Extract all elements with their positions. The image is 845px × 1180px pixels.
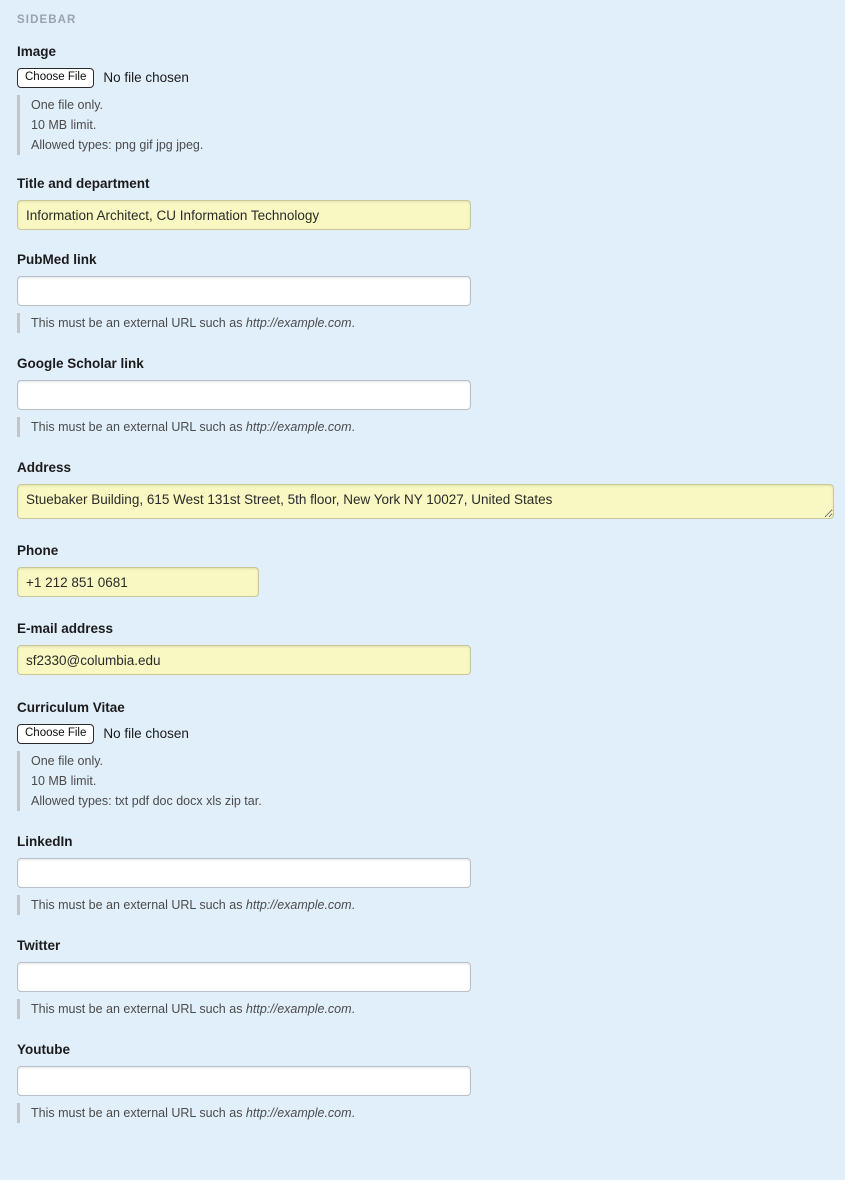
twitter-hint-suffix: . [351, 1002, 356, 1016]
cv-choose-file-button[interactable]: Choose File [17, 724, 95, 744]
field-label-phone: Phone [17, 543, 59, 558]
youtube-hint-prefix: This must be an external URL such as [31, 1106, 246, 1120]
field-image: Image Choose File No file chosen One fil… [0, 43, 845, 155]
field-email: E-mail address [0, 620, 845, 675]
linkedin-hint-example: http://example.com [245, 898, 352, 912]
google-scholar-hint-text: This must be an external URL such as htt… [31, 417, 845, 437]
field-label-image: Image [17, 44, 57, 59]
youtube-hint-text: This must be an external URL such as htt… [31, 1103, 845, 1123]
field-youtube: Youtube This must be an external URL suc… [0, 1041, 845, 1123]
linkedin-hint-prefix: This must be an external URL such as [31, 898, 246, 912]
field-pubmed: PubMed link This must be an external URL… [0, 251, 845, 333]
field-label-linkedin: LinkedIn [17, 834, 73, 849]
field-label-twitter: Twitter [17, 938, 61, 953]
field-label-youtube: Youtube [17, 1042, 70, 1057]
cv-file-row: Choose File No file chosen [17, 724, 845, 744]
pubmed-hint-example: http://example.com [245, 316, 352, 330]
image-hint-limit: 10 MB limit. [31, 118, 97, 132]
cv-hint: One file only. 10 MB limit. Allowed type… [17, 751, 845, 811]
google-scholar-hint-prefix: This must be an external URL such as [31, 420, 246, 434]
image-hint-types: Allowed types: png gif jpg jpeg. [31, 138, 204, 152]
title-department-input[interactable] [17, 200, 471, 230]
twitter-hint-example: http://example.com [245, 1002, 352, 1016]
field-label-email: E-mail address [17, 621, 114, 636]
twitter-hint-prefix: This must be an external URL such as [31, 1002, 246, 1016]
field-label-title-department: Title and department [17, 176, 150, 191]
google-scholar-hint-example: http://example.com [245, 420, 352, 434]
field-phone: Phone [0, 542, 845, 597]
field-twitter: Twitter This must be an external URL suc… [0, 937, 845, 1019]
field-label-curriculum-vitae: Curriculum Vitae [17, 700, 125, 715]
youtube-input[interactable] [17, 1066, 471, 1096]
pubmed-hint-text: This must be an external URL such as htt… [31, 313, 845, 333]
field-label-google-scholar: Google Scholar link [17, 356, 144, 371]
image-hint: One file only. 10 MB limit. Allowed type… [17, 95, 845, 155]
google-scholar-input[interactable] [17, 380, 471, 410]
sidebar-region: SIDEBAR Image Choose File No file chosen… [0, 12, 845, 1123]
field-google-scholar: Google Scholar link This must be an exte… [0, 355, 845, 437]
linkedin-hint-text: This must be an external URL such as htt… [31, 895, 845, 915]
phone-input[interactable] [17, 567, 259, 597]
address-textarea[interactable]: Stuebaker Building, 615 West 131st Stree… [17, 484, 834, 519]
pubmed-hint-suffix: . [351, 316, 356, 330]
twitter-hint: This must be an external URL such as htt… [17, 999, 845, 1019]
pubmed-hint-prefix: This must be an external URL such as [31, 316, 246, 330]
email-input[interactable] [17, 645, 471, 675]
google-scholar-hint-suffix: . [351, 420, 356, 434]
image-hint-one-file: One file only. [31, 98, 104, 112]
youtube-hint-suffix: . [351, 1106, 356, 1120]
field-label-address: Address [17, 460, 72, 475]
google-scholar-hint: This must be an external URL such as htt… [17, 417, 845, 437]
linkedin-hint-suffix: . [351, 898, 356, 912]
field-label-pubmed: PubMed link [17, 252, 97, 267]
cv-hint-limit: 10 MB limit. [31, 774, 97, 788]
field-linkedin: LinkedIn This must be an external URL su… [0, 833, 845, 915]
linkedin-hint: This must be an external URL such as htt… [17, 895, 845, 915]
image-choose-file-button[interactable]: Choose File [17, 68, 95, 88]
field-address: Address Stuebaker Building, 615 West 131… [0, 459, 845, 519]
cv-file-status: No file chosen [103, 726, 189, 741]
cv-hint-one-file: One file only. [31, 754, 104, 768]
youtube-hint-example: http://example.com [245, 1106, 352, 1120]
region-title: SIDEBAR [17, 14, 77, 26]
cv-hint-types: Allowed types: txt pdf doc docx xls zip … [31, 794, 262, 808]
image-file-status: No file chosen [103, 70, 189, 85]
twitter-input[interactable] [17, 962, 471, 992]
twitter-hint-text: This must be an external URL such as htt… [31, 999, 845, 1019]
pubmed-input[interactable] [17, 276, 471, 306]
youtube-hint: This must be an external URL such as htt… [17, 1103, 845, 1123]
pubmed-hint: This must be an external URL such as htt… [17, 313, 845, 333]
field-curriculum-vitae: Curriculum Vitae Choose File No file cho… [0, 699, 845, 811]
linkedin-input[interactable] [17, 858, 471, 888]
image-file-row: Choose File No file chosen [17, 68, 845, 88]
field-title-department: Title and department [0, 175, 845, 230]
